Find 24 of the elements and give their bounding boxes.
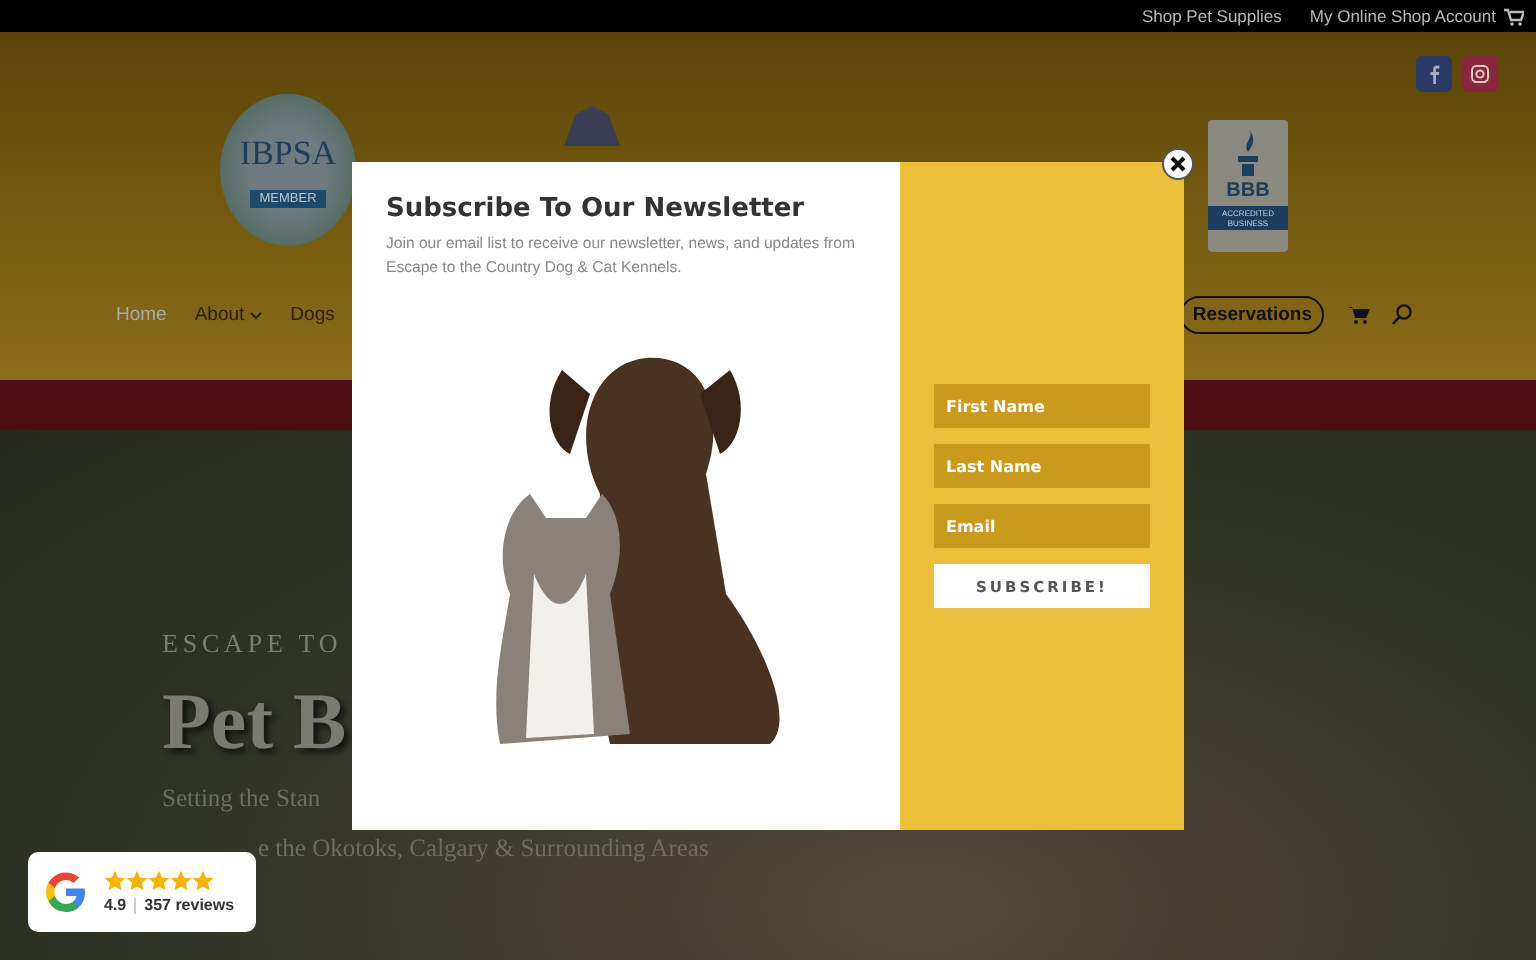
logo-text: BBB bbox=[1226, 180, 1270, 202]
review-count: 357 reviews bbox=[144, 896, 235, 914]
top-bar-link[interactable]: My Online Shop Account bbox=[1309, 6, 1496, 26]
hero-eyebrow: ESCAPE TO bbox=[162, 628, 345, 660]
star-icon bbox=[126, 870, 148, 892]
star-icon bbox=[192, 870, 214, 892]
hero-title: Pet B bbox=[162, 674, 349, 768]
star-icon bbox=[104, 870, 126, 892]
review-badge[interactable]: 4.9 357 reviews bbox=[28, 852, 256, 932]
logo-text: IBPSA bbox=[239, 133, 337, 173]
input-field[interactable]: Email bbox=[934, 504, 1150, 548]
cart-icon[interactable] bbox=[1504, 7, 1524, 25]
search-icon[interactable] bbox=[1392, 304, 1412, 326]
star-icon bbox=[148, 870, 170, 892]
input-field[interactable]: First Name bbox=[934, 384, 1150, 428]
facebook-icon[interactable] bbox=[1416, 56, 1452, 92]
input-field[interactable]: Last Name bbox=[934, 444, 1150, 488]
top-bar-link[interactable]: Shop Pet Supplies bbox=[1141, 6, 1282, 26]
hero-subtitle: Setting the Stan bbox=[162, 784, 323, 814]
instagram-icon[interactable] bbox=[1462, 56, 1498, 92]
google-logo-icon bbox=[44, 870, 88, 914]
popup-title: Subscribe To Our Newsletter bbox=[386, 194, 807, 224]
rating-value: 4.9 bbox=[104, 896, 127, 914]
star-icon bbox=[170, 870, 192, 892]
